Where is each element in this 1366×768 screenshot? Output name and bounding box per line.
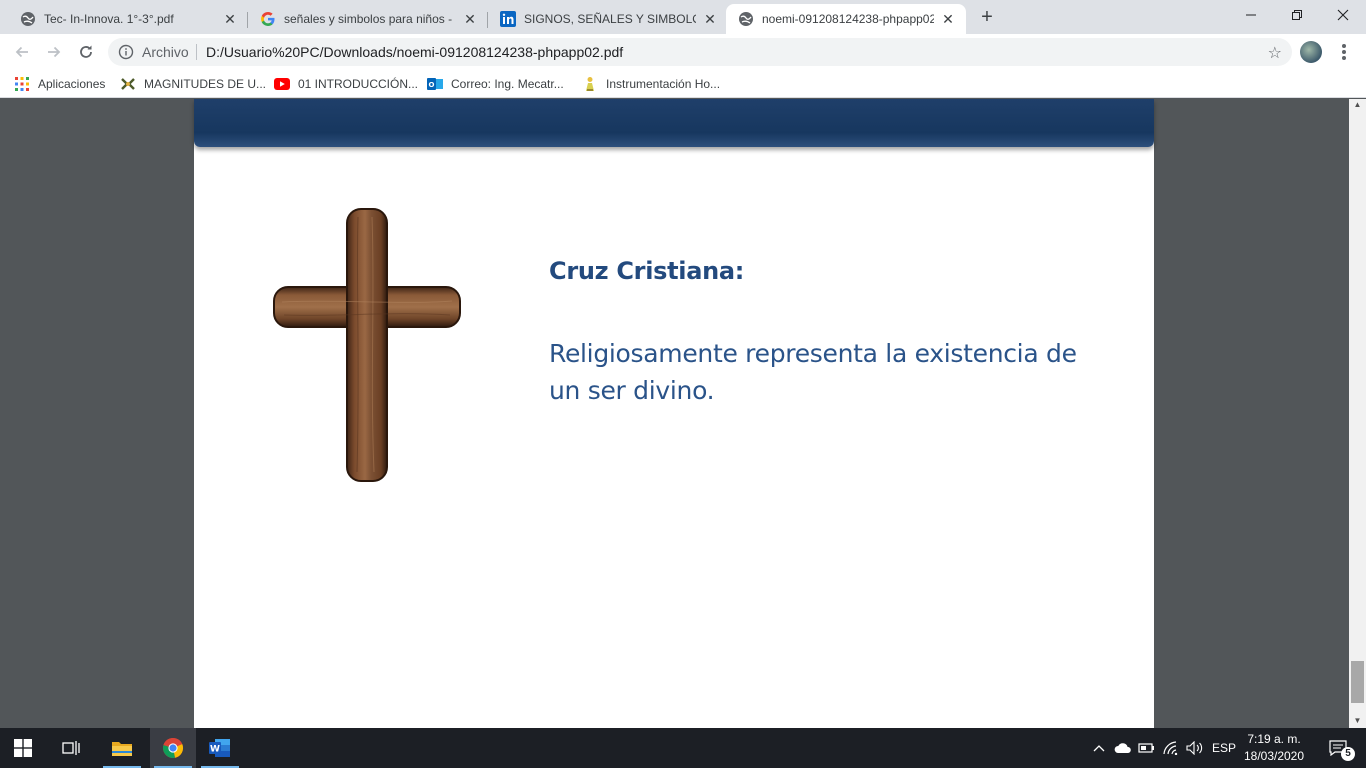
file-explorer-button[interactable] bbox=[99, 728, 145, 768]
close-tab-icon[interactable]: ✕ bbox=[940, 11, 956, 27]
linkedin-icon bbox=[500, 11, 516, 27]
pdf-page: Cruz Cristiana: Religiosamente represent… bbox=[194, 99, 1154, 728]
bookmark-label: Instrumentación Ho... bbox=[606, 77, 721, 91]
slide-body-text: Religiosamente representa la existencia … bbox=[549, 339, 1077, 405]
google-icon bbox=[260, 11, 276, 27]
bookmark-instrumentacion[interactable]: Instrumentación Ho... bbox=[582, 74, 720, 94]
arrow-right-icon bbox=[48, 46, 61, 58]
address-bar[interactable]: Archivo D:/Usuario%20PC/Downloads/noemi-… bbox=[108, 38, 1292, 66]
close-tab-icon[interactable]: ✕ bbox=[702, 11, 718, 27]
svg-text:W: W bbox=[210, 745, 220, 755]
file-scheme-label: Archivo bbox=[142, 44, 189, 60]
speaker-icon bbox=[1186, 741, 1203, 755]
tab-google-search[interactable]: señales y simbolos para niños - B ✕ bbox=[248, 4, 488, 34]
scroll-up-icon[interactable]: ▲ bbox=[1349, 99, 1366, 111]
input-language-button[interactable]: ESP bbox=[1208, 728, 1240, 768]
windows-taskbar: W ESP 7:19 a. m. 18/03/2020 5 bbox=[0, 728, 1366, 768]
scroll-down-icon[interactable]: ▼ bbox=[1349, 714, 1366, 728]
notification-count-badge: 5 bbox=[1341, 747, 1355, 761]
bookmark-introduccion[interactable]: 01 INTRODUCCIÓN... bbox=[274, 74, 418, 94]
bookmark-label: MAGNITUDES DE U... bbox=[144, 77, 267, 91]
arrow-left-icon bbox=[15, 46, 28, 58]
bookmark-star-icon[interactable]: ☆ bbox=[1268, 43, 1282, 63]
profile-avatar[interactable] bbox=[1300, 41, 1322, 63]
close-tab-icon[interactable]: ✕ bbox=[462, 11, 478, 27]
tab-pdf-innova[interactable]: Tec- In-Innova. 1°-3°.pdf ✕ bbox=[8, 4, 248, 34]
chrome-taskbar-button[interactable] bbox=[150, 728, 196, 768]
battery-tray-button[interactable] bbox=[1136, 728, 1158, 768]
word-icon: W bbox=[209, 739, 230, 757]
url-text[interactable]: D:/Usuario%20PC/Downloads/noemi-09120812… bbox=[206, 44, 623, 60]
onedrive-tray-button[interactable] bbox=[1112, 728, 1134, 768]
bookmark-label: Correo: Ing. Mecatr... bbox=[451, 77, 564, 91]
reload-button[interactable] bbox=[72, 38, 100, 66]
file-explorer-icon bbox=[112, 742, 132, 756]
bookmark-label: Aplicaciones bbox=[38, 77, 106, 91]
cloud-icon bbox=[1114, 743, 1131, 753]
bookmark-apps[interactable]: Aplicaciones bbox=[14, 74, 105, 94]
tab-pdf-noemi[interactable]: noemi-091208124238-phpapp02 ✕ bbox=[726, 4, 966, 34]
battery-icon bbox=[1138, 743, 1154, 753]
apps-grid-icon bbox=[14, 76, 30, 92]
restore-button[interactable] bbox=[1274, 0, 1320, 30]
wifi-tray-button[interactable] bbox=[1160, 728, 1182, 768]
windows-start-icon bbox=[14, 739, 32, 757]
system-clock[interactable]: 7:19 a. m. 18/03/2020 bbox=[1242, 731, 1306, 765]
slide-header-banner bbox=[194, 99, 1154, 147]
tab-title: señales y simbolos para niños - B bbox=[284, 12, 456, 26]
wooden-cross-image bbox=[273, 208, 461, 482]
task-view-icon bbox=[62, 741, 80, 755]
bookmark-label: 01 INTRODUCCIÓN... bbox=[298, 77, 419, 91]
info-icon[interactable] bbox=[118, 44, 134, 60]
close-window-button[interactable] bbox=[1320, 0, 1366, 30]
word-taskbar-button[interactable]: W bbox=[197, 728, 243, 768]
task-view-button[interactable] bbox=[48, 728, 94, 768]
chrome-icon bbox=[163, 738, 184, 758]
outlook-icon: O bbox=[427, 76, 443, 92]
reload-icon bbox=[80, 45, 92, 58]
pdf-viewer[interactable]: Cruz Cristiana: Religiosamente represent… bbox=[0, 99, 1366, 728]
minimize-icon bbox=[1246, 14, 1256, 16]
bookmarks-bar: Aplicaciones MAGNITUDES DE U... 01 INTRO… bbox=[0, 70, 1366, 98]
globe-icon bbox=[20, 11, 36, 27]
clock-date: 18/03/2020 bbox=[1243, 749, 1305, 763]
browser-toolbar: Archivo D:/Usuario%20PC/Downloads/noemi-… bbox=[0, 34, 1366, 70]
browser-menu-icon[interactable] bbox=[1334, 42, 1354, 62]
clock-time: 7:19 a. m. bbox=[1247, 732, 1301, 746]
scrollbar-track[interactable] bbox=[1349, 99, 1366, 728]
figure-icon bbox=[582, 76, 598, 92]
globe-icon bbox=[738, 11, 754, 27]
wifi-icon bbox=[1163, 741, 1178, 755]
minimize-button[interactable] bbox=[1228, 0, 1274, 30]
close-icon bbox=[1337, 9, 1349, 21]
flag-icon bbox=[120, 76, 136, 92]
tab-title: Tec- In-Innova. 1°-3°.pdf bbox=[44, 12, 174, 26]
chevron-up-icon bbox=[1093, 745, 1105, 752]
address-divider bbox=[196, 44, 197, 60]
tab-title: SIGNOS, SEÑALES Y SIMBOLOS bbox=[524, 12, 696, 26]
bookmark-magnitudes[interactable]: MAGNITUDES DE U... bbox=[120, 74, 266, 94]
slide-heading: Cruz Cristiana: bbox=[549, 257, 745, 285]
new-tab-button[interactable]: + bbox=[976, 7, 998, 29]
action-center-button[interactable]: 5 bbox=[1316, 728, 1360, 768]
show-hidden-icons-button[interactable] bbox=[1090, 728, 1108, 768]
tab-strip: Tec- In-Innova. 1°-3°.pdf ✕ señales y si… bbox=[0, 0, 1366, 34]
restore-icon bbox=[1292, 10, 1302, 20]
bookmark-correo[interactable]: O Correo: Ing. Mecatr... bbox=[427, 74, 564, 94]
youtube-icon bbox=[274, 76, 290, 92]
close-tab-icon[interactable]: ✕ bbox=[222, 11, 238, 27]
start-button[interactable] bbox=[0, 728, 46, 768]
forward-button[interactable] bbox=[40, 38, 68, 66]
scrollbar-thumb[interactable] bbox=[1351, 661, 1364, 703]
volume-tray-button[interactable] bbox=[1184, 728, 1206, 768]
svg-text:O: O bbox=[429, 81, 435, 89]
tab-title: noemi-091208124238-phpapp02 bbox=[762, 12, 934, 26]
tab-linkedin[interactable]: SIGNOS, SEÑALES Y SIMBOLOS ✕ bbox=[488, 4, 728, 34]
back-button[interactable] bbox=[8, 38, 36, 66]
